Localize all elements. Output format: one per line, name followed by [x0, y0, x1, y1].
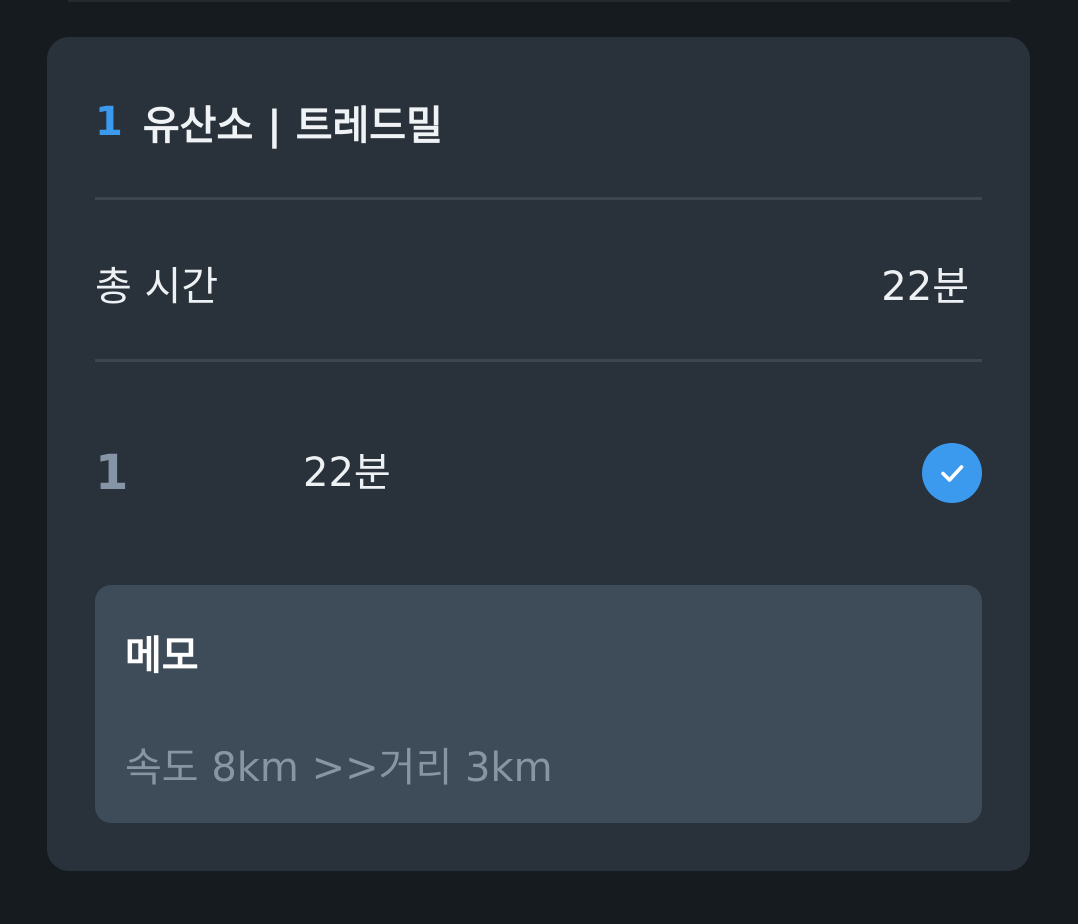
total-time-row: 총 시간 22분 [95, 257, 969, 310]
check-mark [941, 465, 964, 482]
total-time-label: 총 시간 [95, 264, 219, 310]
set-number: 1 [95, 445, 129, 501]
exercise-card: 1 유산소 | 트레드밀 총 시간 22분 1 22분 메모 속도 8km >>… [47, 37, 1030, 871]
total-time-value: 22분 [881, 264, 969, 310]
check-icon[interactable] [922, 443, 982, 503]
exercise-index: 1 [95, 99, 123, 145]
set-time[interactable]: 22분 [303, 442, 391, 504]
previous-card-edge [68, 0, 1010, 2]
memo-title: 메모 [125, 633, 199, 679]
exercise-title: 유산소 | 트레드밀 [142, 103, 443, 149]
memo-text: 속도 8km >>거리 3km [125, 745, 553, 791]
set-row[interactable]: 1 22분 [95, 442, 982, 504]
exercise-header[interactable]: 1 유산소 | 트레드밀 [95, 97, 443, 149]
divider [95, 359, 982, 362]
memo-box[interactable]: 메모 속도 8km >>거리 3km [95, 585, 982, 823]
divider [95, 197, 982, 200]
